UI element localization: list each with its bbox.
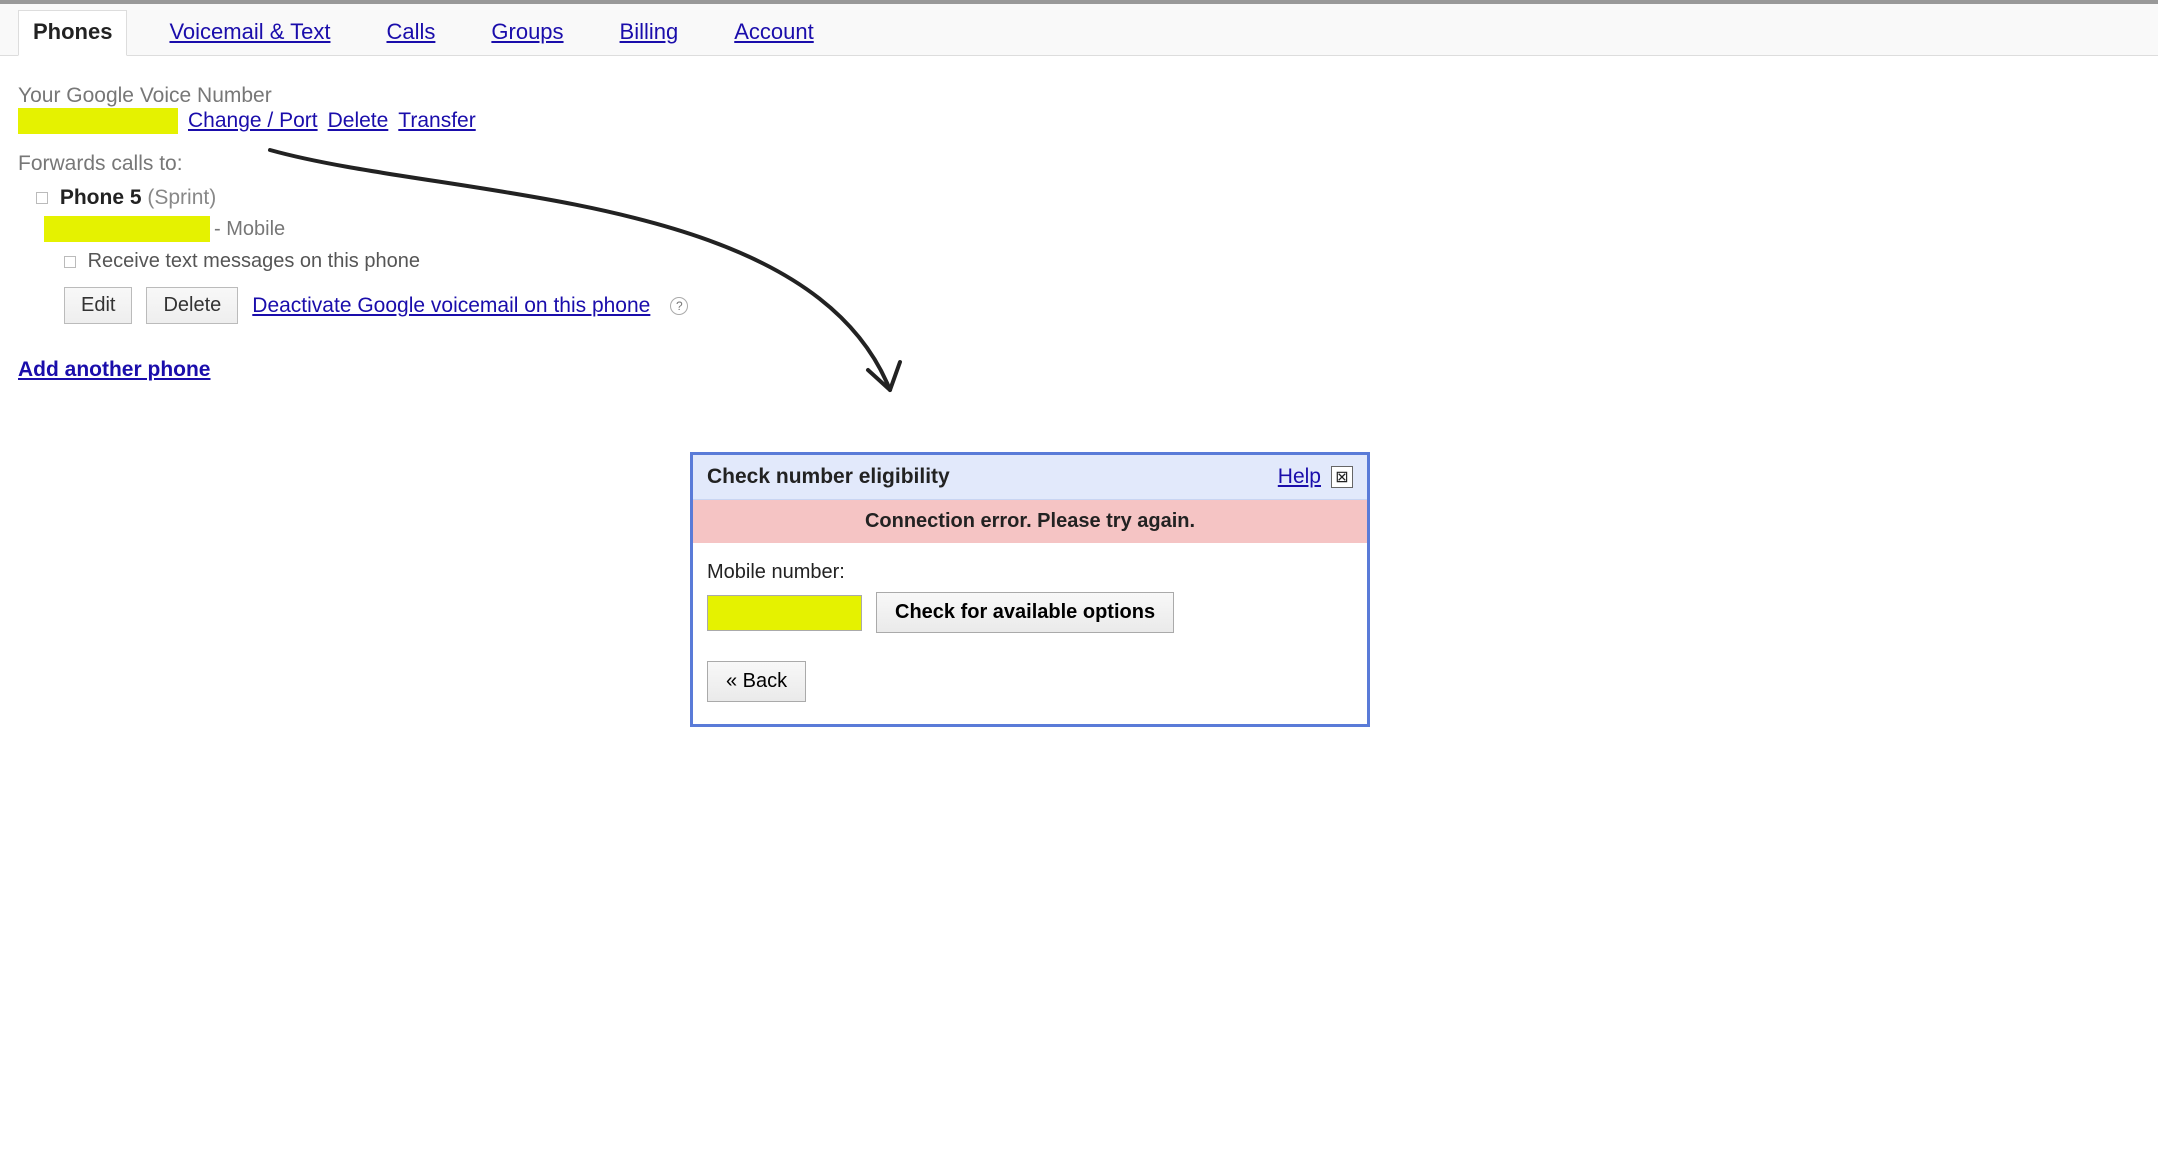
phones-content: Your Google Voice Number Change / Port D… [0, 56, 2158, 410]
deactivate-voicemail-link[interactable]: Deactivate Google voicemail on this phon… [252, 294, 650, 318]
add-another-phone-link[interactable]: Add another phone [18, 358, 211, 382]
receive-sms-label: Receive text messages on this phone [88, 250, 420, 272]
mobile-number-label: Mobile number: [707, 561, 1353, 584]
phone-type-label: - Mobile [214, 218, 285, 241]
change-port-link[interactable]: Change / Port [188, 109, 318, 133]
transfer-number-link[interactable]: Transfer [398, 109, 475, 133]
tab-billing[interactable]: Billing [606, 11, 693, 55]
tab-voicemail-text[interactable]: Voicemail & Text [155, 11, 344, 55]
delete-phone-button[interactable]: Delete [146, 287, 238, 324]
dialog-header: Check number eligibility Help ⊠ [693, 455, 1367, 500]
phone-number-redacted [44, 216, 210, 242]
tab-calls[interactable]: Calls [372, 11, 449, 55]
settings-tabs: Phones Voicemail & Text Calls Groups Bil… [0, 4, 2158, 56]
help-icon[interactable]: ? [670, 297, 688, 315]
tab-account[interactable]: Account [720, 11, 828, 55]
voice-number-redacted [18, 108, 178, 134]
check-eligibility-dialog: Check number eligibility Help ⊠ Connecti… [690, 452, 1370, 727]
forwarding-phone-entry: Phone 5 (Sprint) - Mobile Receive text m… [36, 186, 2140, 324]
dialog-title: Check number eligibility [707, 465, 950, 489]
dialog-error-banner: Connection error. Please try again. [693, 500, 1367, 543]
tab-phones[interactable]: Phones [18, 10, 127, 56]
phone-carrier: (Sprint) [147, 186, 216, 209]
back-button[interactable]: « Back [707, 661, 806, 702]
edit-phone-button[interactable]: Edit [64, 287, 132, 324]
phone-enable-checkbox[interactable] [36, 192, 48, 204]
dialog-body: Mobile number: Check for available optio… [693, 543, 1367, 724]
check-options-button[interactable]: Check for available options [876, 592, 1174, 633]
dialog-help-link[interactable]: Help [1278, 465, 1321, 489]
delete-number-link[interactable]: Delete [328, 109, 389, 133]
mobile-number-input[interactable] [707, 595, 862, 631]
close-icon[interactable]: ⊠ [1331, 466, 1353, 488]
tab-groups[interactable]: Groups [477, 11, 577, 55]
forwards-label: Forwards calls to: [18, 152, 2140, 176]
voice-number-label: Your Google Voice Number [18, 84, 2140, 108]
receive-sms-checkbox[interactable] [64, 256, 76, 268]
phone-name: Phone 5 [60, 186, 142, 209]
